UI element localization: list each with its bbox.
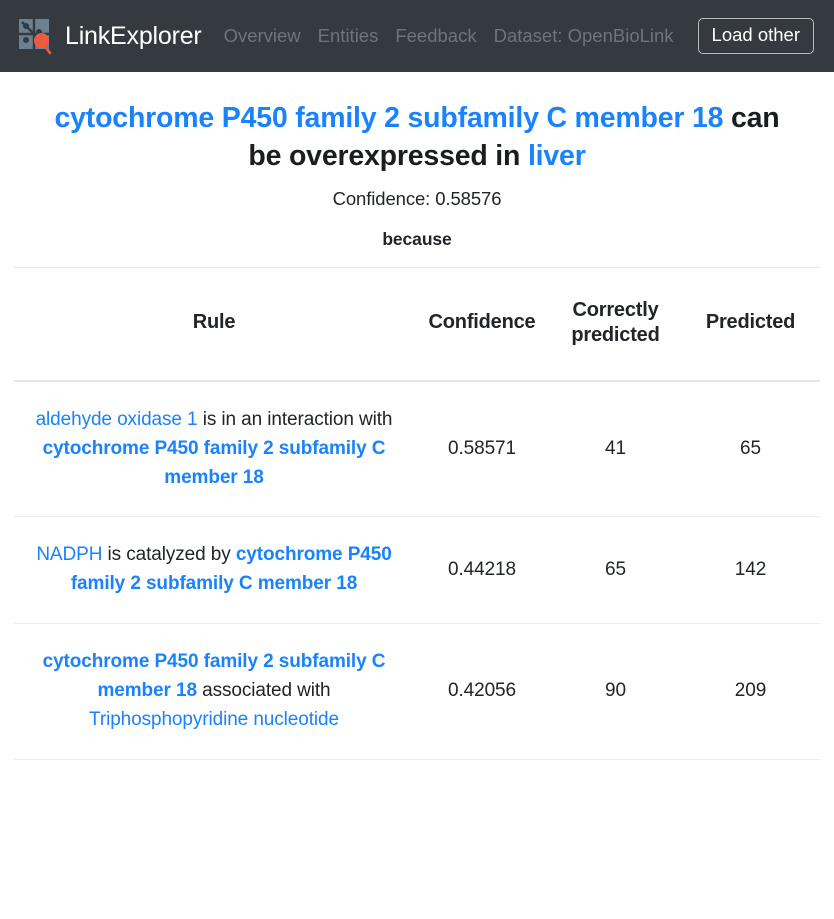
rules-table-body: aldehyde oxidase 1 is in an interaction … (14, 381, 820, 759)
rule-relation-text: is in an interaction with (198, 409, 393, 430)
table-header-row: Rule Confidence Correctly predicted Predi… (14, 267, 820, 381)
col-header-correctly-predicted-line2: predicted (571, 324, 659, 346)
col-header-rule[interactable]: Rule (14, 267, 414, 381)
col-header-confidence[interactable]: Confidence (414, 267, 550, 381)
nav-link-entities[interactable]: Entities (318, 27, 379, 46)
rule-confidence-value: 0.44218 (414, 517, 550, 624)
network-graph-magnifier-icon (17, 17, 55, 55)
rule-confidence-value: 0.58571 (414, 381, 550, 517)
because-label: because (14, 229, 820, 250)
rule-cell: NADPH is catalyzed by cytochrome P450 fa… (14, 517, 414, 624)
rule-relation-text: associated with (197, 680, 331, 701)
rule-entity-link[interactable]: Triphosphopyridine nucleotide (89, 709, 339, 730)
top-navbar: LinkExplorer Overview Entities Feedback … (0, 0, 834, 72)
rule-entity-link[interactable]: cytochrome P450 family 2 subfamily C mem… (43, 438, 386, 488)
table-row[interactable]: cytochrome P450 family 2 subfamily C mem… (14, 624, 820, 759)
rule-correctly-predicted-value: 90 (550, 624, 681, 759)
rule-entity-link[interactable]: NADPH (36, 544, 102, 565)
headline-confidence: Confidence: 0.58576 (14, 188, 820, 210)
rules-table-head: Rule Confidence Correctly predicted Predi… (14, 267, 820, 381)
rules-table: Rule Confidence Correctly predicted Predi… (14, 267, 820, 759)
load-other-button[interactable]: Load other (698, 18, 814, 54)
rule-predicted-value: 209 (681, 624, 820, 759)
headline-object-entity[interactable]: liver (528, 140, 586, 172)
rule-cell: aldehyde oxidase 1 is in an interaction … (14, 381, 414, 517)
nav-link-overview[interactable]: Overview (224, 27, 301, 46)
rule-confidence-value: 0.42056 (414, 624, 550, 759)
table-row[interactable]: NADPH is catalyzed by cytochrome P450 fa… (14, 517, 820, 624)
nav-link-feedback[interactable]: Feedback (395, 27, 476, 46)
rule-predicted-value: 142 (681, 517, 820, 624)
table-bottom-divider (14, 759, 820, 760)
nav-link-dataset[interactable]: Dataset: OpenBioLink (494, 27, 674, 46)
rule-correctly-predicted-value: 65 (550, 517, 681, 624)
col-header-correctly-predicted-line1: Correctly (572, 299, 658, 321)
nav-links: Overview Entities Feedback Dataset: Open… (224, 27, 698, 46)
col-header-correctly-predicted[interactable]: Correctly predicted (550, 267, 681, 381)
brand-link[interactable]: LinkExplorer (17, 17, 202, 55)
table-row[interactable]: aldehyde oxidase 1 is in an interaction … (14, 381, 820, 517)
col-header-predicted[interactable]: Predicted (681, 267, 820, 381)
page-content: cytochrome P450 family 2 subfamily C mem… (0, 100, 834, 760)
rule-entity-link[interactable]: aldehyde oxidase 1 (36, 409, 198, 430)
brand-title: LinkExplorer (65, 24, 202, 49)
rule-predicted-value: 65 (681, 381, 820, 517)
page-title: cytochrome P450 family 2 subfamily C mem… (44, 100, 790, 176)
rule-correctly-predicted-value: 41 (550, 381, 681, 517)
rule-cell: cytochrome P450 family 2 subfamily C mem… (14, 624, 414, 759)
rule-relation-text: is catalyzed by (102, 544, 235, 565)
headline-subject-entity[interactable]: cytochrome P450 family 2 subfamily C mem… (55, 102, 724, 134)
